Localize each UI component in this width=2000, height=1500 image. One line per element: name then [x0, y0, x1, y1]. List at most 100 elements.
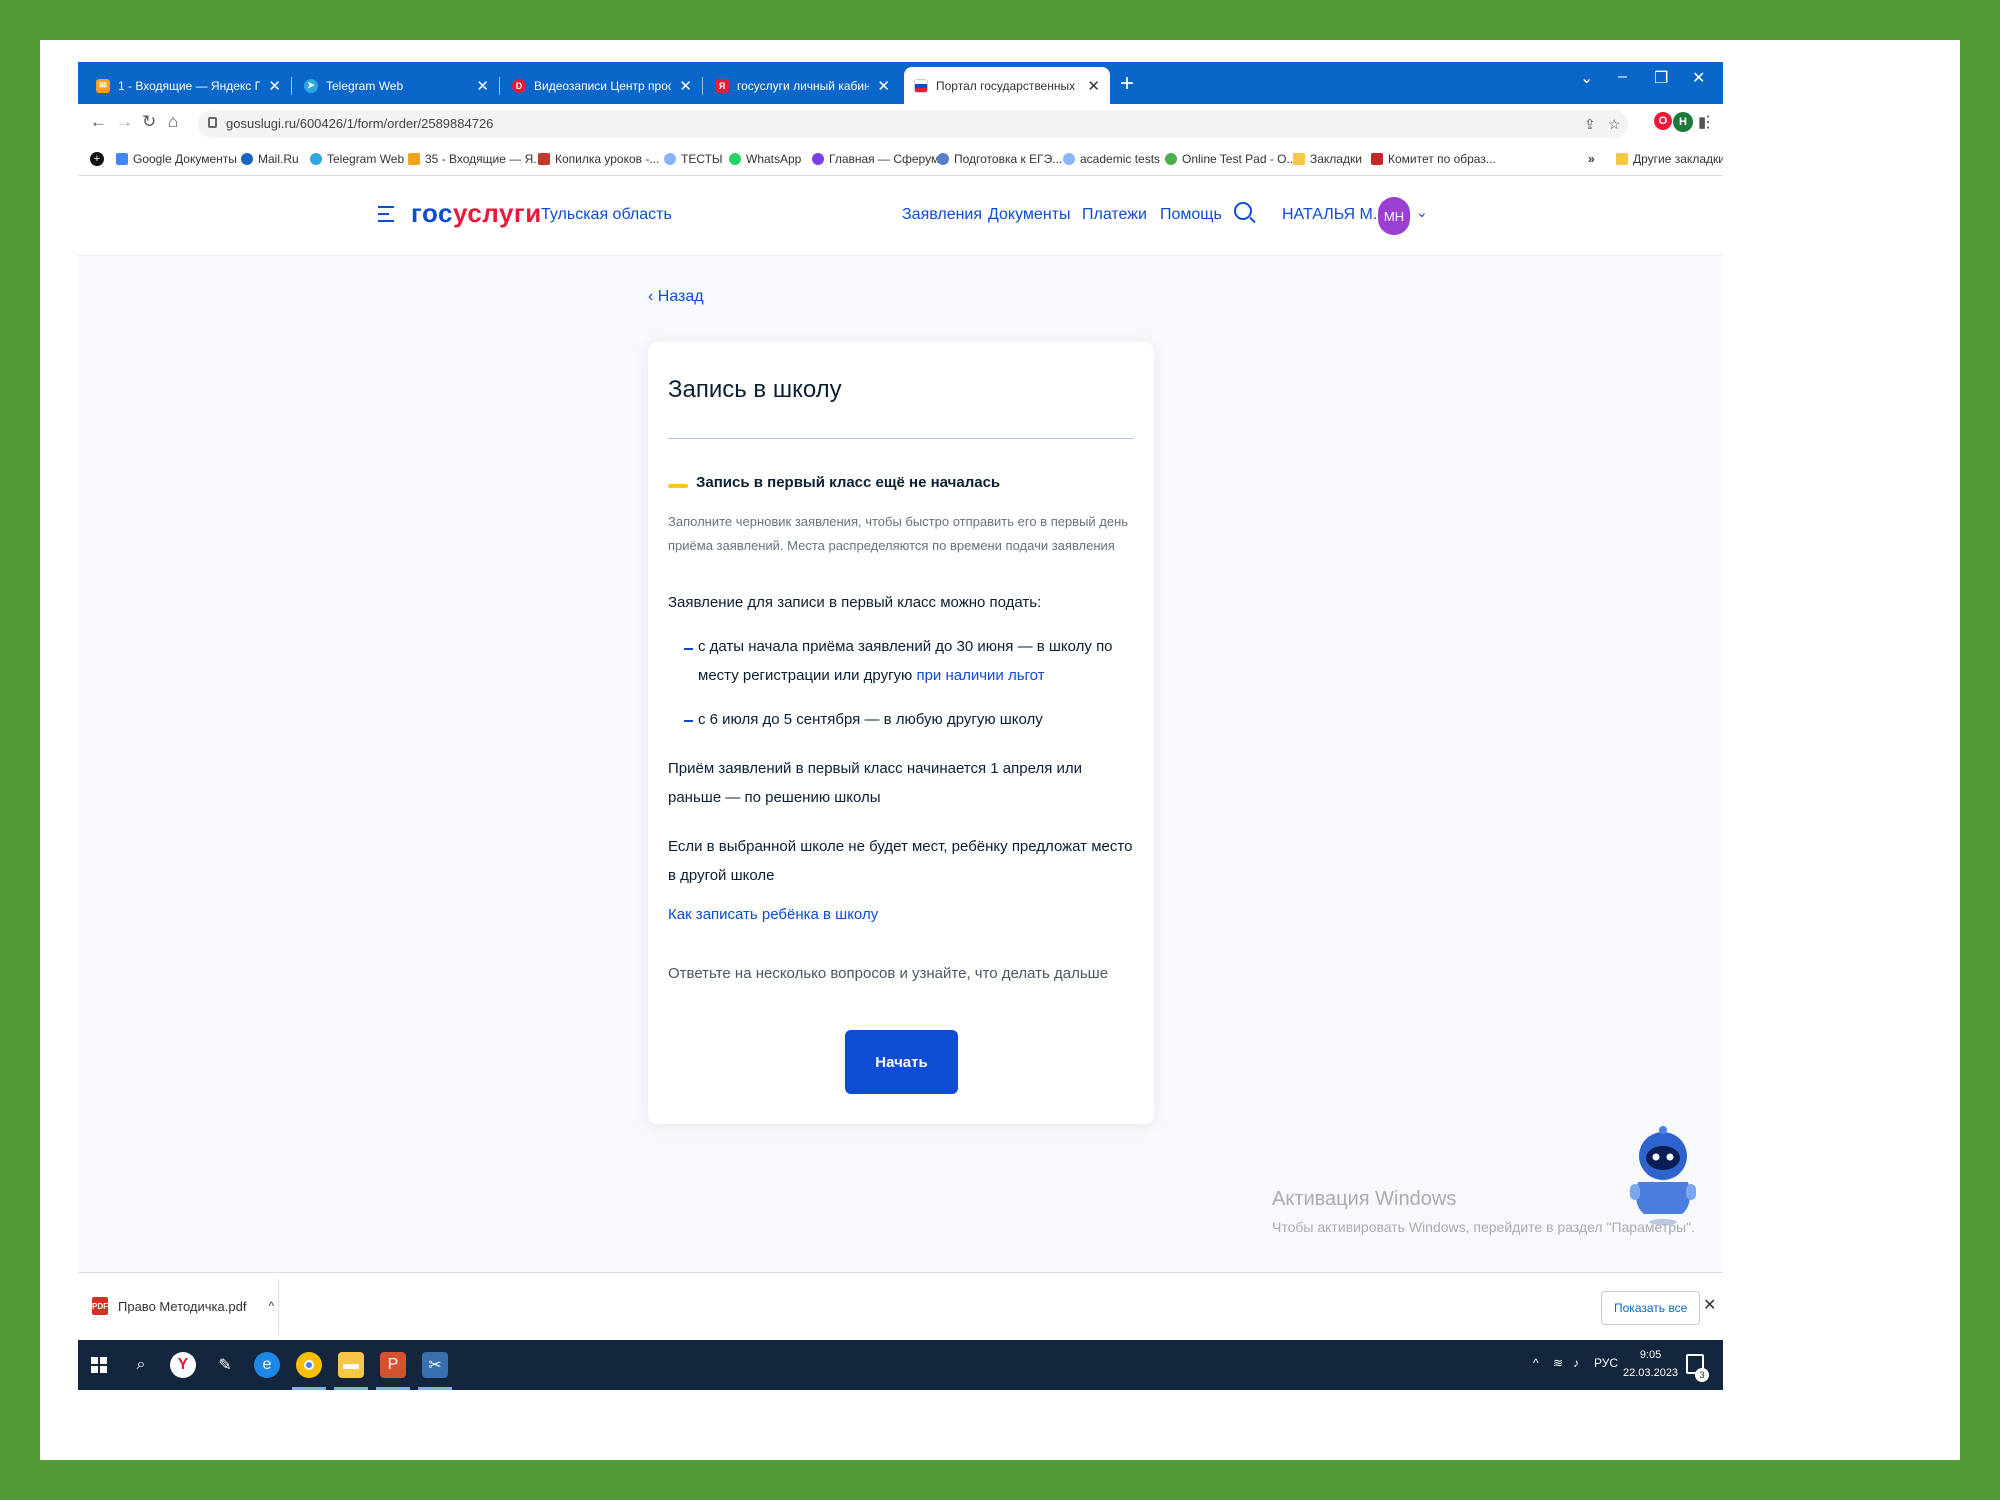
bookmark-item[interactable]: Telegram Web [310, 152, 404, 166]
bookmark-item[interactable]: Google Документы [116, 152, 237, 166]
folder-icon [1293, 153, 1305, 165]
file-explorer-icon[interactable]: ▬ [338, 1352, 364, 1378]
browser-menu-icon[interactable]: ⋮ [1700, 112, 1716, 132]
testpad-icon [1165, 153, 1177, 165]
list-item: с 6 июля до 5 сентября — в любую другую … [698, 711, 1043, 728]
telegram-icon [310, 153, 322, 165]
close-tab-icon[interactable]: ✕ [1087, 77, 1100, 95]
yandex-browser-icon[interactable]: Y [170, 1352, 196, 1378]
tab-telegram[interactable]: ➤ Telegram Web ✕ [294, 67, 499, 104]
active-app-indicator [376, 1387, 410, 1390]
tray-chevron-icon[interactable]: ^ [1533, 1356, 1539, 1370]
region-selector[interactable]: Тульская область [541, 206, 672, 224]
nav-help[interactable]: Помощь [1160, 206, 1222, 224]
active-app-indicator [334, 1387, 368, 1390]
bookmark-item[interactable]: academic tests [1063, 152, 1160, 166]
home-icon[interactable]: ⌂ [168, 112, 178, 132]
bookmark-star-icon[interactable]: ☆ [1608, 116, 1621, 133]
chevron-up-icon[interactable]: ^ [268, 1299, 274, 1313]
address-bar[interactable]: gosuslugi.ru/600426/1/form/order/2589884… [198, 110, 1628, 138]
windows-taskbar: ⌕ Y ✎ e ▬ P ✂ ^ ≋ ♪ РУС 9:05 22.03.2023 … [78, 1340, 1723, 1390]
windows-start-icon[interactable] [86, 1352, 112, 1378]
bookmark-item[interactable]: Подготовка к ЕГЭ... [937, 152, 1062, 166]
chrome-icon[interactable] [296, 1352, 322, 1378]
pinned-app-icon[interactable]: ✎ [212, 1352, 238, 1378]
close-tab-icon[interactable]: ✕ [268, 77, 281, 95]
avatar[interactable]: МН [1378, 197, 1410, 235]
docs-icon [116, 153, 128, 165]
close-window-icon[interactable]: ✕ [1692, 68, 1705, 88]
ege-icon [937, 153, 949, 165]
bookmark-item[interactable]: 35 - Входящие — Я... [408, 152, 543, 166]
tab-separator [702, 77, 703, 95]
tab-separator [291, 77, 292, 95]
language-indicator[interactable]: РУС [1594, 1356, 1618, 1370]
tab-gosuslugi[interactable]: Портал государственных услуг ✕ [904, 67, 1110, 104]
restore-icon[interactable]: ❐ [1654, 68, 1668, 88]
search-icon[interactable] [1234, 202, 1252, 220]
gosuslugi-logo[interactable]: госуслуги [411, 198, 542, 229]
menu-icon[interactable] [378, 206, 394, 227]
screenshot: ✉ 1 - Входящие — Яндекс Почта ✕ ➤ Telegr… [78, 62, 1723, 1390]
chevron-down-icon[interactable]: ⌄ [1416, 204, 1428, 221]
user-name[interactable]: НАТАЛЬЯ М. [1282, 206, 1377, 224]
tab-video[interactable]: D Видеозаписи Центр просвеще ✕ [502, 67, 702, 104]
download-item[interactable]: PDF Право Методичка.pdf ^ [92, 1297, 274, 1315]
share-icon[interactable]: ⇪ [1584, 116, 1596, 133]
bookmark-item[interactable]: ТЕСТЫ [664, 152, 723, 166]
powerpoint-icon[interactable]: P [380, 1352, 406, 1378]
nav-documents[interactable]: Документы [988, 206, 1070, 224]
tab-search-icon[interactable]: ⌄ [1580, 68, 1593, 88]
search-icon[interactable]: ⌕ [128, 1352, 154, 1378]
minimize-icon[interactable]: – [1618, 68, 1627, 86]
how-to-enroll-link[interactable]: Как записать ребёнка в школу [668, 900, 1138, 929]
list-bullet [684, 648, 693, 650]
add-bookmark-icon[interactable]: + [90, 152, 104, 166]
bookmark-folder[interactable]: Закладки [1293, 152, 1362, 166]
start-button[interactable]: Начать [845, 1030, 958, 1094]
show-all-button[interactable]: Показать все [1601, 1291, 1701, 1325]
benefits-link[interactable]: при наличии льгот [916, 667, 1044, 684]
close-tab-icon[interactable]: ✕ [476, 77, 489, 95]
piggybank-icon [538, 153, 550, 165]
yandex-icon: Я [715, 78, 729, 93]
back-arrow-icon[interactable]: ← [90, 112, 107, 132]
nav-applications[interactable]: Заявления [902, 206, 982, 224]
video-icon: D [512, 78, 526, 93]
reload-icon[interactable]: ↻ [142, 112, 156, 132]
close-icon[interactable]: ✕ [1703, 1295, 1716, 1315]
bookmark-item[interactable]: Главная — Сферум [812, 152, 939, 166]
close-tab-icon[interactable]: ✕ [877, 77, 890, 95]
more-bookmarks-button[interactable]: » [1588, 152, 1595, 166]
tab-yandex-mail[interactable]: ✉ 1 - Входящие — Яндекс Почта ✕ [86, 67, 291, 104]
emblem-icon [1371, 153, 1383, 165]
opera-icon[interactable]: O [1654, 112, 1672, 130]
snipping-tool-icon[interactable]: ✂ [422, 1352, 448, 1378]
new-tab-button[interactable]: + [1120, 70, 1134, 98]
profile-avatar[interactable]: H [1673, 112, 1693, 132]
info-paragraph: Приём заявлений в первый класс начинаетс… [668, 760, 1082, 806]
volume-icon[interactable]: ♪ [1573, 1356, 1579, 1370]
mail-icon: ✉ [96, 78, 110, 93]
network-icon[interactable]: ≋ [1553, 1356, 1563, 1370]
bookmark-item[interactable]: Копилка уроков -... [538, 152, 659, 166]
telegram-icon: ➤ [304, 78, 318, 93]
back-link[interactable]: ‹ Назад [648, 288, 704, 306]
divider [278, 1279, 279, 1335]
bookmark-item[interactable]: Комитет по образ... [1371, 152, 1496, 166]
windows-activation-watermark: Активация Windows Чтобы активировать Win… [1272, 1188, 1695, 1235]
nav-payments[interactable]: Платежи [1082, 206, 1147, 224]
forward-arrow-icon[interactable]: → [116, 112, 133, 132]
list-bullet [684, 720, 693, 722]
close-tab-icon[interactable]: ✕ [679, 77, 692, 95]
bookmark-item[interactable]: Online Test Pad - О... [1165, 152, 1297, 166]
lock-icon [208, 117, 217, 128]
mail-icon [408, 153, 420, 165]
clock[interactable]: 9:05 22.03.2023 [1623, 1346, 1678, 1382]
other-bookmarks-folder[interactable]: Другие закладки [1616, 152, 1723, 166]
globe-icon [1063, 153, 1075, 165]
bookmark-item[interactable]: Mail.Ru [241, 152, 299, 166]
bookmark-item[interactable]: WhatsApp [729, 152, 801, 166]
tab-yandex-search[interactable]: Я госуслуги личный кабинет — Я ✕ [705, 67, 900, 104]
edge-icon[interactable]: e [254, 1352, 280, 1378]
